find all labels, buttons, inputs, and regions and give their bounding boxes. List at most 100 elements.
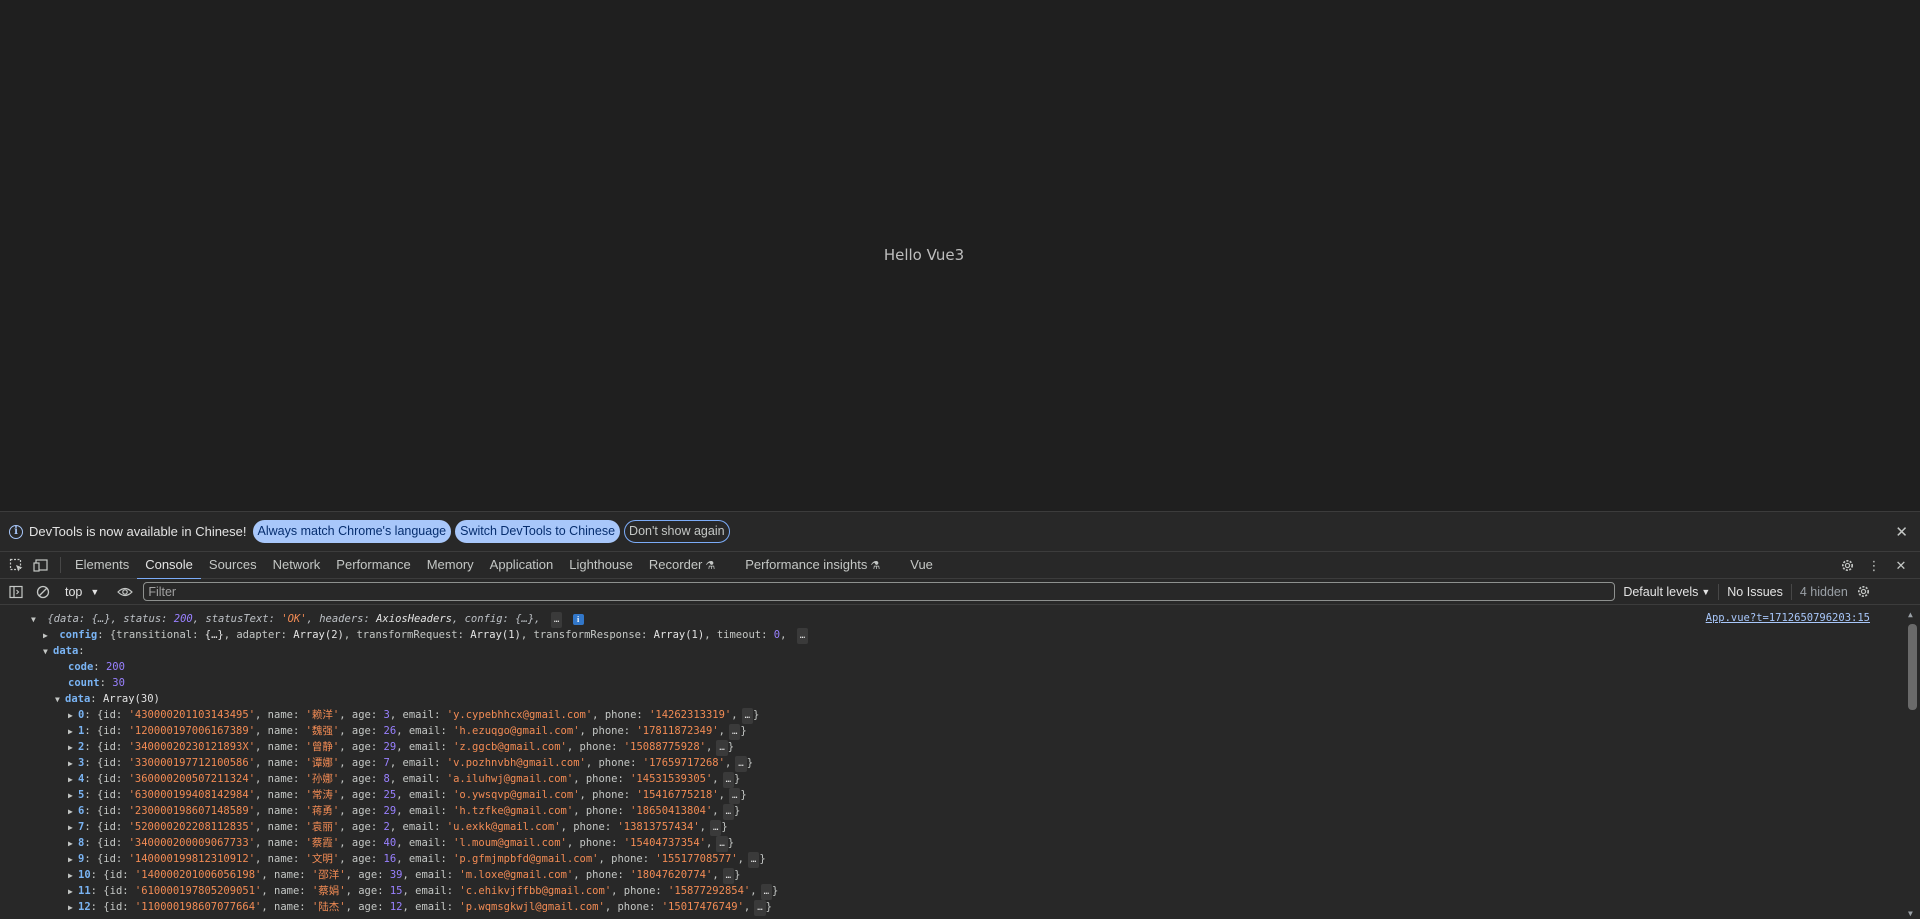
more-properties-button[interactable]: … — [722, 772, 735, 788]
array-item-row[interactable]: ▶ 10: {id: '140000201006056198', name: '邵… — [68, 867, 740, 884]
clear-console-icon[interactable] — [35, 584, 51, 600]
live-expression-eye-icon[interactable] — [117, 584, 134, 600]
array-item-row[interactable]: ▶ 11: {id: '610000197805209051', name: '蔡… — [68, 883, 778, 900]
collapsed-arrow-icon[interactable]: ▶ — [68, 740, 78, 756]
response-summary[interactable]: ▼ {data: {…}, status: 200, statusText: '… — [31, 611, 584, 628]
collapsed-arrow-icon[interactable]: ▶ — [68, 900, 78, 916]
row-email: 'p.gfmjmpbfd@gmail.com' — [453, 853, 599, 865]
more-properties-button[interactable]: … — [709, 820, 722, 836]
collapsed-arrow-icon[interactable]: ▶ — [68, 724, 78, 740]
array-item-row[interactable]: ▶ 1: {id: '120000197006167389', name: '魏强… — [68, 723, 747, 740]
row-index: 11 — [78, 885, 91, 897]
more-properties-button[interactable]: … — [722, 868, 735, 884]
issues-counter[interactable]: No Issues — [1727, 585, 1783, 599]
array-item-row[interactable]: ▶ 8: {id: '340000200009067733', name: '蔡霞… — [68, 835, 734, 852]
collapsed-arrow-icon[interactable]: ▶ — [68, 772, 78, 788]
inspect-element-icon[interactable] — [8, 557, 24, 573]
tab-application[interactable]: Application — [482, 552, 562, 579]
row-phone: '15877292854' — [668, 885, 751, 897]
row-id: '360000200507211324' — [128, 773, 256, 785]
info-badge-icon[interactable]: i — [572, 614, 584, 625]
more-properties-button[interactable]: … — [550, 612, 563, 628]
row-phone: '15416775218' — [636, 789, 719, 801]
more-properties-button[interactable]: … — [747, 852, 760, 868]
tab-vue[interactable]: Vue — [902, 552, 941, 579]
config-adapter: Array(2) — [293, 629, 344, 641]
js-context-select[interactable]: top ▼ — [65, 585, 99, 599]
collapsed-arrow-icon[interactable]: ▶ — [43, 628, 53, 644]
more-properties-button[interactable]: … — [716, 740, 728, 756]
always-match-language-button[interactable]: Always match Chrome's language — [252, 520, 452, 543]
switch-devtools-language-button[interactable]: Switch DevTools to Chinese — [455, 520, 621, 543]
row-id: '140000201006056198' — [134, 869, 262, 881]
console-scrollbar[interactable]: ▲ ▼ — [1905, 608, 1920, 919]
data-array-property[interactable]: ▼ data: Array(30) — [55, 691, 160, 707]
collapsed-arrow-icon[interactable]: ▶ — [68, 868, 78, 884]
summary-status: 200 — [173, 613, 193, 625]
console-filter-input[interactable] — [143, 582, 1616, 601]
settings-gear-icon[interactable] — [1839, 558, 1855, 574]
more-properties-button[interactable]: … — [754, 900, 766, 916]
collapsed-arrow-icon[interactable]: ▶ — [68, 884, 78, 900]
more-properties-button[interactable]: … — [716, 836, 728, 852]
collapsed-arrow-icon[interactable]: ▶ — [68, 804, 78, 820]
tab-sources[interactable]: Sources — [201, 552, 265, 579]
expanded-arrow-icon[interactable]: ▼ — [55, 692, 65, 708]
array-item-row[interactable]: ▶ 5: {id: '630000199408142984', name: '常涛… — [68, 787, 747, 804]
more-properties-button[interactable]: … — [735, 756, 747, 772]
collapsed-arrow-icon[interactable]: ▶ — [68, 788, 78, 804]
more-properties-button[interactable]: … — [728, 788, 741, 804]
tab-recorder[interactable]: Recorder ⚗ — [641, 552, 723, 579]
more-properties-button[interactable]: … — [741, 708, 754, 724]
collapsed-arrow-icon[interactable]: ▶ — [68, 708, 78, 724]
expanded-arrow-icon[interactable]: ▼ — [43, 644, 53, 660]
close-devtools-icon[interactable]: ✕ — [1893, 558, 1909, 574]
source-location-link[interactable]: App.vue?t=1712650796203:15 — [1706, 612, 1870, 624]
more-options-icon[interactable]: ⋮ — [1866, 558, 1882, 574]
tab-performance-insights[interactable]: Performance insights ⚗ — [737, 552, 888, 579]
array-item-row[interactable]: ▶ 3: {id: '330000197712100586', name: '谭娜… — [68, 755, 753, 772]
toolbar-divider — [1718, 583, 1720, 600]
array-item-row[interactable]: ▶ 2: {id: '34000020230121893X', name: '曾静… — [68, 739, 734, 756]
device-toolbar-icon[interactable] — [33, 557, 49, 573]
row-phone: '14531539305' — [630, 773, 713, 785]
more-properties-button[interactable]: … — [722, 804, 735, 820]
array-item-row[interactable]: ▶ 9: {id: '140000199812310912', name: '文明… — [68, 851, 766, 868]
tab-network[interactable]: Network — [265, 552, 329, 579]
tab-performance[interactable]: Performance — [328, 552, 418, 579]
array-item-row[interactable]: ▶ 0: {id: '430000201103143495', name: '赖洋… — [68, 707, 759, 724]
tab-elements[interactable]: Elements — [67, 552, 137, 579]
tab-console[interactable]: Console — [137, 552, 201, 580]
row-phone: '15404737354' — [623, 837, 706, 849]
config-property[interactable]: ▶ config: {transitional: {…}, adapter: A… — [43, 627, 809, 644]
array-item-row[interactable]: ▶ 6: {id: '230000198607148589', name: '蒋勇… — [68, 803, 740, 820]
array-item-row[interactable]: ▶ 4: {id: '360000200507211324', name: '孙娜… — [68, 771, 740, 788]
row-age: 29 — [383, 805, 397, 817]
log-levels-dropdown[interactable]: Default levels ▼ — [1623, 585, 1710, 599]
dont-show-again-button[interactable]: Don't show again — [624, 520, 730, 543]
console-settings-gear-icon[interactable] — [1856, 584, 1872, 600]
collapsed-arrow-icon[interactable]: ▶ — [68, 852, 78, 868]
expanded-arrow-icon[interactable]: ▼ — [31, 612, 41, 628]
tab-lighthouse[interactable]: Lighthouse — [561, 552, 641, 579]
more-properties-button[interactable]: … — [760, 884, 772, 900]
more-properties-button[interactable]: … — [796, 628, 809, 644]
collapsed-arrow-icon[interactable]: ▶ — [68, 756, 78, 772]
tab-memory[interactable]: Memory — [419, 552, 482, 579]
row-email: 'z.ggcb@gmail.com' — [453, 741, 567, 753]
scroll-down-icon[interactable]: ▼ — [1908, 909, 1913, 918]
more-properties-button[interactable]: … — [728, 724, 741, 740]
scrollbar-thumb[interactable] — [1908, 624, 1917, 710]
array-item-row[interactable]: ▶ 12: {id: '110000198607077664', name: '陆… — [68, 899, 772, 916]
data-property[interactable]: ▼ data: — [43, 643, 85, 659]
collapsed-arrow-icon[interactable]: ▶ — [68, 820, 78, 836]
array-item-row[interactable]: ▶ 7: {id: '520000202208112835', name: '袁丽… — [68, 819, 728, 836]
devtools-controls: ⋮ ✕ — [1839, 552, 1920, 579]
close-icon[interactable]: ✕ — [1895, 523, 1908, 541]
info-icon: i — [9, 524, 23, 539]
row-name: '蒋勇' — [305, 805, 340, 817]
summary-data: {…} — [91, 613, 111, 625]
scroll-up-icon[interactable]: ▲ — [1908, 610, 1913, 619]
console-sidebar-icon[interactable] — [8, 584, 24, 600]
collapsed-arrow-icon[interactable]: ▶ — [68, 836, 78, 852]
